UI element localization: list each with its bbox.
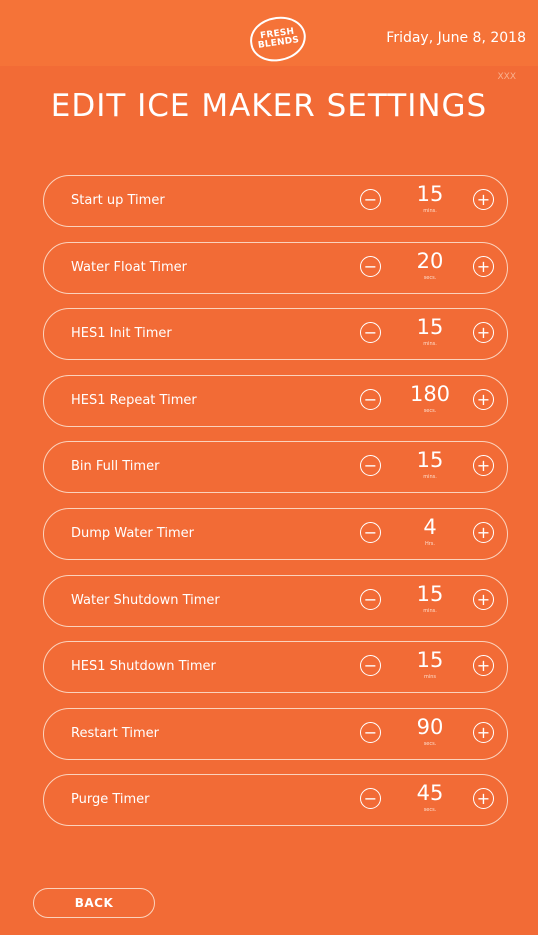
increment-button[interactable]: +: [473, 455, 494, 476]
plus-circle-icon: +: [476, 389, 491, 409]
minus-circle-icon: −: [363, 455, 378, 475]
timer-unit: mins: [423, 674, 437, 680]
timer-row: Restart Timer − 90 secs. +: [43, 708, 508, 760]
increment-button[interactable]: +: [473, 189, 494, 210]
timer-value: 90: [416, 715, 444, 739]
increment-button[interactable]: +: [473, 788, 494, 809]
minus-circle-icon: −: [363, 256, 378, 276]
timer-value: 15: [416, 648, 444, 672]
timer-value: 15: [416, 448, 444, 472]
timer-row: Start up Timer − 15 mins. +: [43, 175, 508, 227]
decrement-button[interactable]: −: [360, 788, 381, 809]
decrement-button[interactable]: −: [360, 722, 381, 743]
decrement-button[interactable]: −: [360, 522, 381, 543]
timer-unit: mins.: [423, 341, 437, 347]
current-date: Friday, June 8, 2018: [386, 30, 526, 46]
timer-value: 45: [416, 781, 444, 805]
decrement-button[interactable]: −: [360, 322, 381, 343]
timer-label: Bin Full Timer: [71, 459, 160, 474]
device-code: XXX: [497, 72, 517, 82]
minus-circle-icon: −: [363, 722, 378, 742]
increment-button[interactable]: +: [473, 522, 494, 543]
minus-circle-icon: −: [363, 589, 378, 609]
plus-circle-icon: +: [476, 455, 491, 475]
timer-value: 20: [416, 249, 444, 273]
increment-button[interactable]: +: [473, 589, 494, 610]
increment-button[interactable]: +: [473, 322, 494, 343]
timer-value: 4: [423, 515, 437, 539]
timer-row: HES1 Shutdown Timer − 15 mins +: [43, 641, 508, 693]
plus-circle-icon: +: [476, 589, 491, 609]
minus-circle-icon: −: [363, 322, 378, 342]
minus-circle-icon: −: [363, 389, 378, 409]
timer-unit: secs.: [423, 275, 437, 281]
minus-circle-icon: −: [363, 655, 378, 675]
plus-circle-icon: +: [476, 322, 491, 342]
timer-label: Purge Timer: [71, 792, 150, 807]
timer-unit: mins.: [423, 608, 437, 614]
increment-button[interactable]: +: [473, 655, 494, 676]
header-bar: FRESH BLENDS Friday, June 8, 2018: [0, 0, 538, 66]
page-title: EDIT ICE MAKER SETTINGS: [50, 88, 488, 124]
timer-value: 180: [409, 382, 451, 406]
increment-button[interactable]: +: [473, 256, 494, 277]
timer-value: 15: [416, 582, 444, 606]
decrement-button[interactable]: −: [360, 389, 381, 410]
plus-circle-icon: +: [476, 522, 491, 542]
decrement-button[interactable]: −: [360, 455, 381, 476]
timer-unit: mins.: [423, 474, 437, 480]
timer-unit: secs.: [423, 807, 437, 813]
timer-unit: secs.: [423, 408, 437, 414]
timer-label: Dump Water Timer: [71, 526, 195, 541]
minus-circle-icon: −: [363, 788, 378, 808]
increment-button[interactable]: +: [473, 722, 494, 743]
timer-label: HES1 Repeat Timer: [71, 393, 197, 408]
timer-row: Dump Water Timer − 4 Hrs. +: [43, 508, 508, 560]
minus-circle-icon: −: [363, 522, 378, 542]
timer-row: Water Shutdown Timer − 15 mins. +: [43, 575, 508, 627]
timer-label: Water Shutdown Timer: [71, 593, 220, 608]
decrement-button[interactable]: −: [360, 655, 381, 676]
timer-label: Restart Timer: [71, 726, 160, 741]
back-button[interactable]: BACK: [33, 888, 155, 918]
decrement-button[interactable]: −: [360, 256, 381, 277]
increment-button[interactable]: +: [473, 389, 494, 410]
timer-row: Water Float Timer − 20 secs. +: [43, 242, 508, 294]
timer-row: HES1 Init Timer − 15 mins. +: [43, 308, 508, 360]
timer-value: 15: [416, 315, 444, 339]
timer-label: HES1 Shutdown Timer: [71, 659, 216, 674]
decrement-button[interactable]: −: [360, 589, 381, 610]
plus-circle-icon: +: [476, 788, 491, 808]
timer-unit: secs.: [423, 741, 437, 747]
timer-value: 15: [416, 182, 444, 206]
timer-label: HES1 Init Timer: [71, 326, 172, 341]
timer-row: HES1 Repeat Timer − 180 secs. +: [43, 375, 508, 427]
plus-circle-icon: +: [476, 655, 491, 675]
timer-label: Water Float Timer: [71, 260, 187, 275]
decrement-button[interactable]: −: [360, 189, 381, 210]
fresh-blends-logo: FRESH BLENDS: [247, 13, 309, 65]
plus-circle-icon: +: [476, 722, 491, 742]
plus-circle-icon: +: [476, 189, 491, 209]
minus-circle-icon: −: [363, 189, 378, 209]
plus-circle-icon: +: [476, 256, 491, 276]
timer-label: Start up Timer: [71, 193, 165, 208]
timer-unit: mins.: [423, 208, 437, 214]
timer-unit: Hrs.: [424, 541, 435, 547]
timer-row: Bin Full Timer − 15 mins. +: [43, 441, 508, 493]
timer-row: Purge Timer − 45 secs. +: [43, 774, 508, 826]
